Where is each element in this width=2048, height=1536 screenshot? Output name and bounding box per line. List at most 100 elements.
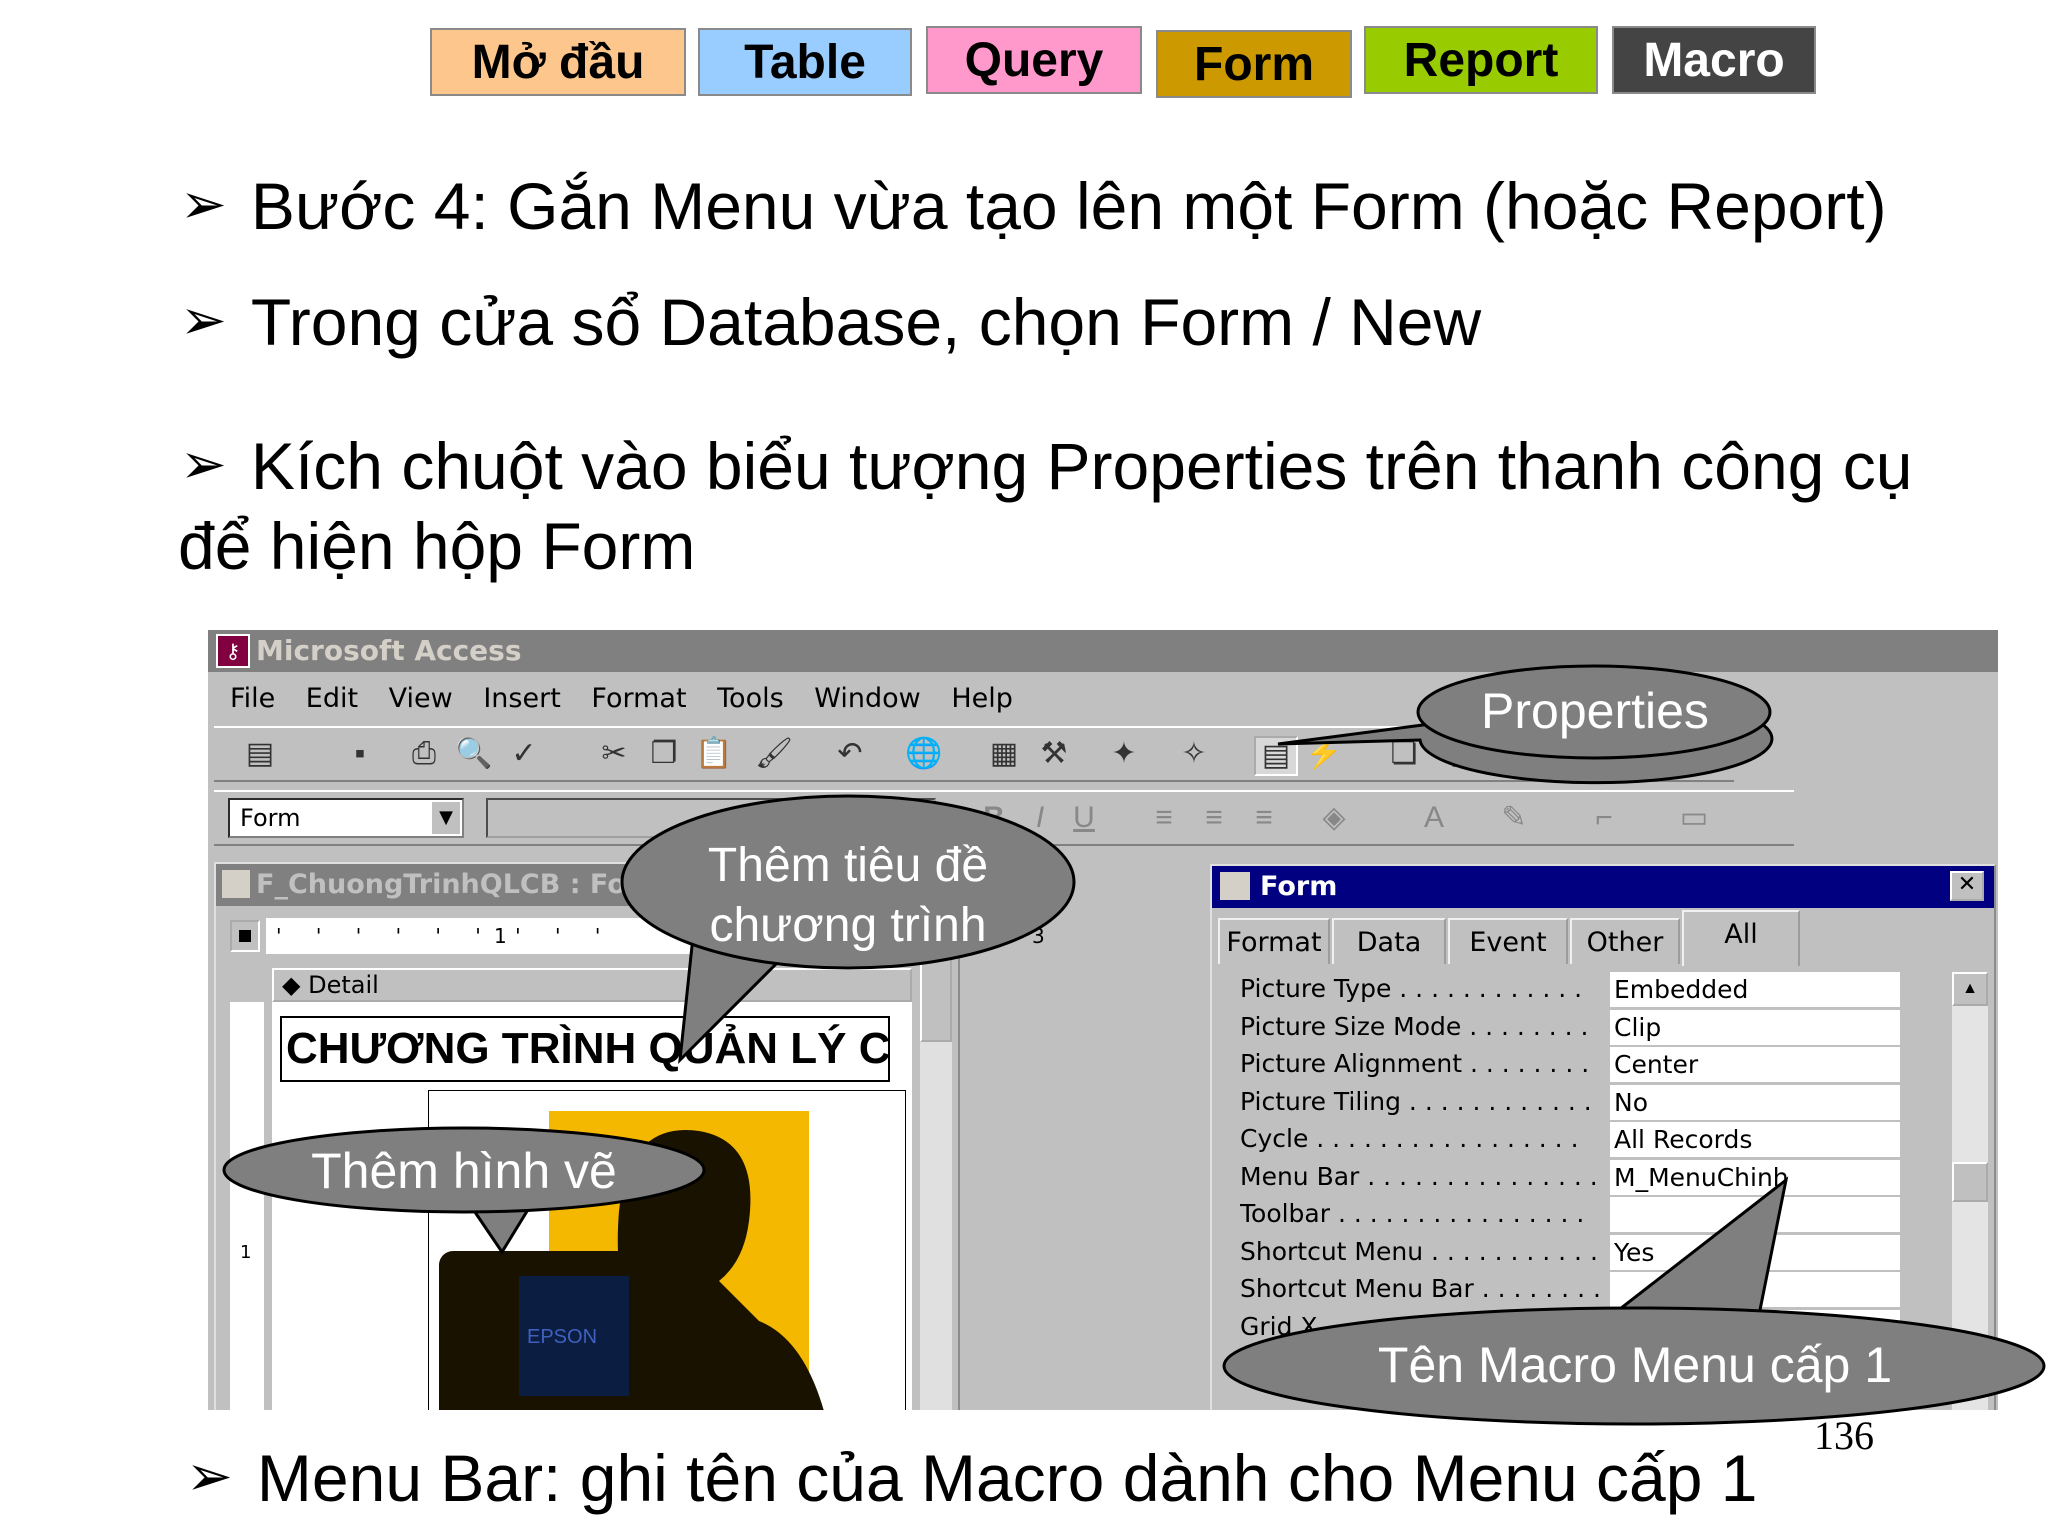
bullet-text: Kích chuột vào biểu tượng Properties trê… [250,429,1913,503]
title-callout-text-2: chương trình [709,899,987,952]
detail-area[interactable]: CHƯƠNG TRÌNH QUẢN LÝ CÁN BỘ EPSON [272,1002,912,1410]
nav-report-button[interactable]: Report [1364,26,1598,94]
italic-icon[interactable]: I [1020,800,1060,836]
nav-table-button[interactable]: Table [698,28,912,96]
arrow-bullet-icon: ➢ [186,1444,233,1507]
scroll-up-icon[interactable]: ▲ [1952,972,1988,1006]
property-value[interactable]: Clip [1610,1009,1900,1045]
font-combo[interactable] [486,798,936,838]
property-name: Picture Size Mode . . . . . . . . [1240,1011,1589,1041]
menu-edit[interactable]: Edit [306,683,358,714]
line-color-icon[interactable]: ✎ [1494,800,1534,836]
menu-help[interactable]: Help [951,683,1013,714]
silhouette-picture: EPSON [439,1111,824,1410]
property-row[interactable]: Menu Bar . . . . . . . . . . . . . . . M_… [1218,1159,1946,1197]
print-preview-icon[interactable]: 🔍 [454,736,494,772]
form-selector[interactable] [230,920,260,952]
property-value[interactable]: Yes [1610,1234,1900,1270]
properties-callout-text: Properties [1481,683,1709,739]
align-center-icon[interactable]: ≡ [1194,800,1234,836]
font-color-icon[interactable]: A [1414,800,1454,836]
new-object-icon[interactable]: ▣ [1444,736,1484,772]
form-heading-label[interactable]: CHƯƠNG TRÌNH QUẢN LÝ CÁN BỘ [280,1016,890,1082]
copy-icon[interactable]: ❐ [644,736,684,772]
tab-all[interactable]: All [1682,910,1800,966]
menu-file[interactable]: File [230,683,275,714]
property-value[interactable] [1610,1272,1900,1307]
undo-icon[interactable]: ↶ [830,736,870,772]
database-window-icon[interactable]: ❏ [1384,736,1424,772]
menu-insert[interactable]: Insert [483,683,560,714]
object-combo[interactable]: Form ▼ [228,798,464,838]
property-row[interactable]: Shortcut Menu . . . . . . . . . . . Yes [1218,1234,1946,1272]
bullet-text: Menu Bar: ghi tên của Macro dành cho Men… [256,1441,1758,1515]
property-value[interactable]: Embedded [1610,972,1900,1007]
property-row[interactable]: Toolbar . . . . . . . . . . . . . . . . [1218,1197,1946,1234]
align-right-icon[interactable]: ≡ [1244,800,1284,836]
toolbox-icon[interactable]: ⚒ [1034,736,1074,772]
title-callout-text-1: Thêm tiêu đề [707,839,989,892]
view-icon[interactable]: ▤ [240,736,280,772]
property-value[interactable]: Center [1610,1047,1900,1082]
menu-view[interactable]: View [389,683,453,714]
access-titlebar: ⚷ Microsoft Access [208,630,1998,672]
vertical-scrollbar[interactable]: ▲ [920,916,952,1410]
property-row[interactable]: Shortcut Menu Bar . . . . . . . . [1218,1272,1946,1309]
tab-event[interactable]: Event [1448,918,1568,964]
property-name: Shortcut Menu Bar . . . . . . . . [1240,1274,1600,1303]
property-name: Cycle . . . . . . . . . . . . . . . . . [1240,1124,1579,1153]
bullet-properties-click-line2: để hiện hộp Form [178,508,695,584]
field-list-icon[interactable]: ▦ [984,736,1024,772]
save-icon[interactable]: ▪ [340,736,380,772]
property-value[interactable]: M_MenuChinh [1610,1159,1900,1195]
property-row[interactable]: Picture Size Mode . . . . . . . . Clip [1218,1009,1946,1047]
bullet-step-4: ➢ Bước 4: Gắn Menu vừa tạo lên một Form (… [180,168,1887,244]
property-name: Menu Bar . . . . . . . . . . . . . . . [1240,1161,1598,1191]
underline-icon[interactable]: U [1064,800,1104,836]
paste-icon[interactable]: 📋 [694,736,734,772]
build-icon[interactable]: ⚡ [1304,736,1344,772]
arrow-bullet-icon: ➢ [180,172,227,235]
close-icon[interactable]: ✕ [1950,871,1984,901]
tab-data[interactable]: Data [1332,918,1446,964]
image-frame[interactable]: EPSON [428,1090,906,1410]
scroll-thumb[interactable] [1952,1162,1988,1202]
scroll-thumb[interactable] [920,948,952,1042]
tab-format[interactable]: Format [1218,918,1330,964]
fill-color-icon[interactable]: ◈ [1314,800,1354,836]
nav-mo-dau-button[interactable]: Mở đầu [430,28,686,96]
tab-other[interactable]: Other [1570,918,1680,964]
property-name: Picture Alignment . . . . . . . . [1240,1049,1590,1078]
property-row[interactable]: Cycle . . . . . . . . . . . . . . . . . A… [1218,1122,1946,1159]
property-row[interactable]: Picture Tiling . . . . . . . . . . . . No [1218,1084,1946,1122]
nav-macro-button[interactable]: Macro [1612,26,1816,94]
property-name: Picture Type . . . . . . . . . . . . [1240,974,1583,1003]
property-value[interactable]: No [1610,1084,1900,1120]
autoformat-icon[interactable]: ✦ [1104,736,1144,772]
property-value[interactable]: All Records [1610,1122,1900,1157]
detail-section-bar[interactable]: ◆ Detail [272,968,912,1002]
nav-form-button[interactable]: Form [1156,30,1352,98]
print-icon[interactable]: ⎙ [404,736,444,772]
border-width-icon[interactable]: ⌐ [1584,800,1624,836]
align-left-icon[interactable]: ≡ [1144,800,1184,836]
property-row[interactable]: Picture Type . . . . . . . . . . . . Embe… [1218,972,1946,1009]
bold-icon[interactable]: B [974,800,1014,836]
section-label: Detail [308,971,379,999]
menu-window[interactable]: Window [814,683,920,714]
nav-query-button[interactable]: Query [926,26,1142,94]
hyperlink-icon[interactable]: 🌐 [904,736,944,772]
form-icon [222,870,250,898]
spelling-icon[interactable]: ✓ [504,736,544,772]
property-row[interactable]: Picture Alignment . . . . . . . . Center [1218,1047,1946,1084]
menu-tools[interactable]: Tools [717,683,784,714]
properties-icon[interactable]: ▤ [1254,736,1298,776]
property-value[interactable] [1610,1197,1900,1232]
special-effect-icon[interactable]: ▭ [1674,800,1714,836]
help-icon[interactable]: ? [1544,736,1584,772]
format-painter-icon[interactable]: 🖌 [754,736,794,772]
cut-icon[interactable]: ✂ [594,736,634,772]
image-brand-text: EPSON [527,1326,597,1348]
menu-format[interactable]: Format [591,683,686,714]
code-icon[interactable]: ✧ [1174,736,1214,772]
